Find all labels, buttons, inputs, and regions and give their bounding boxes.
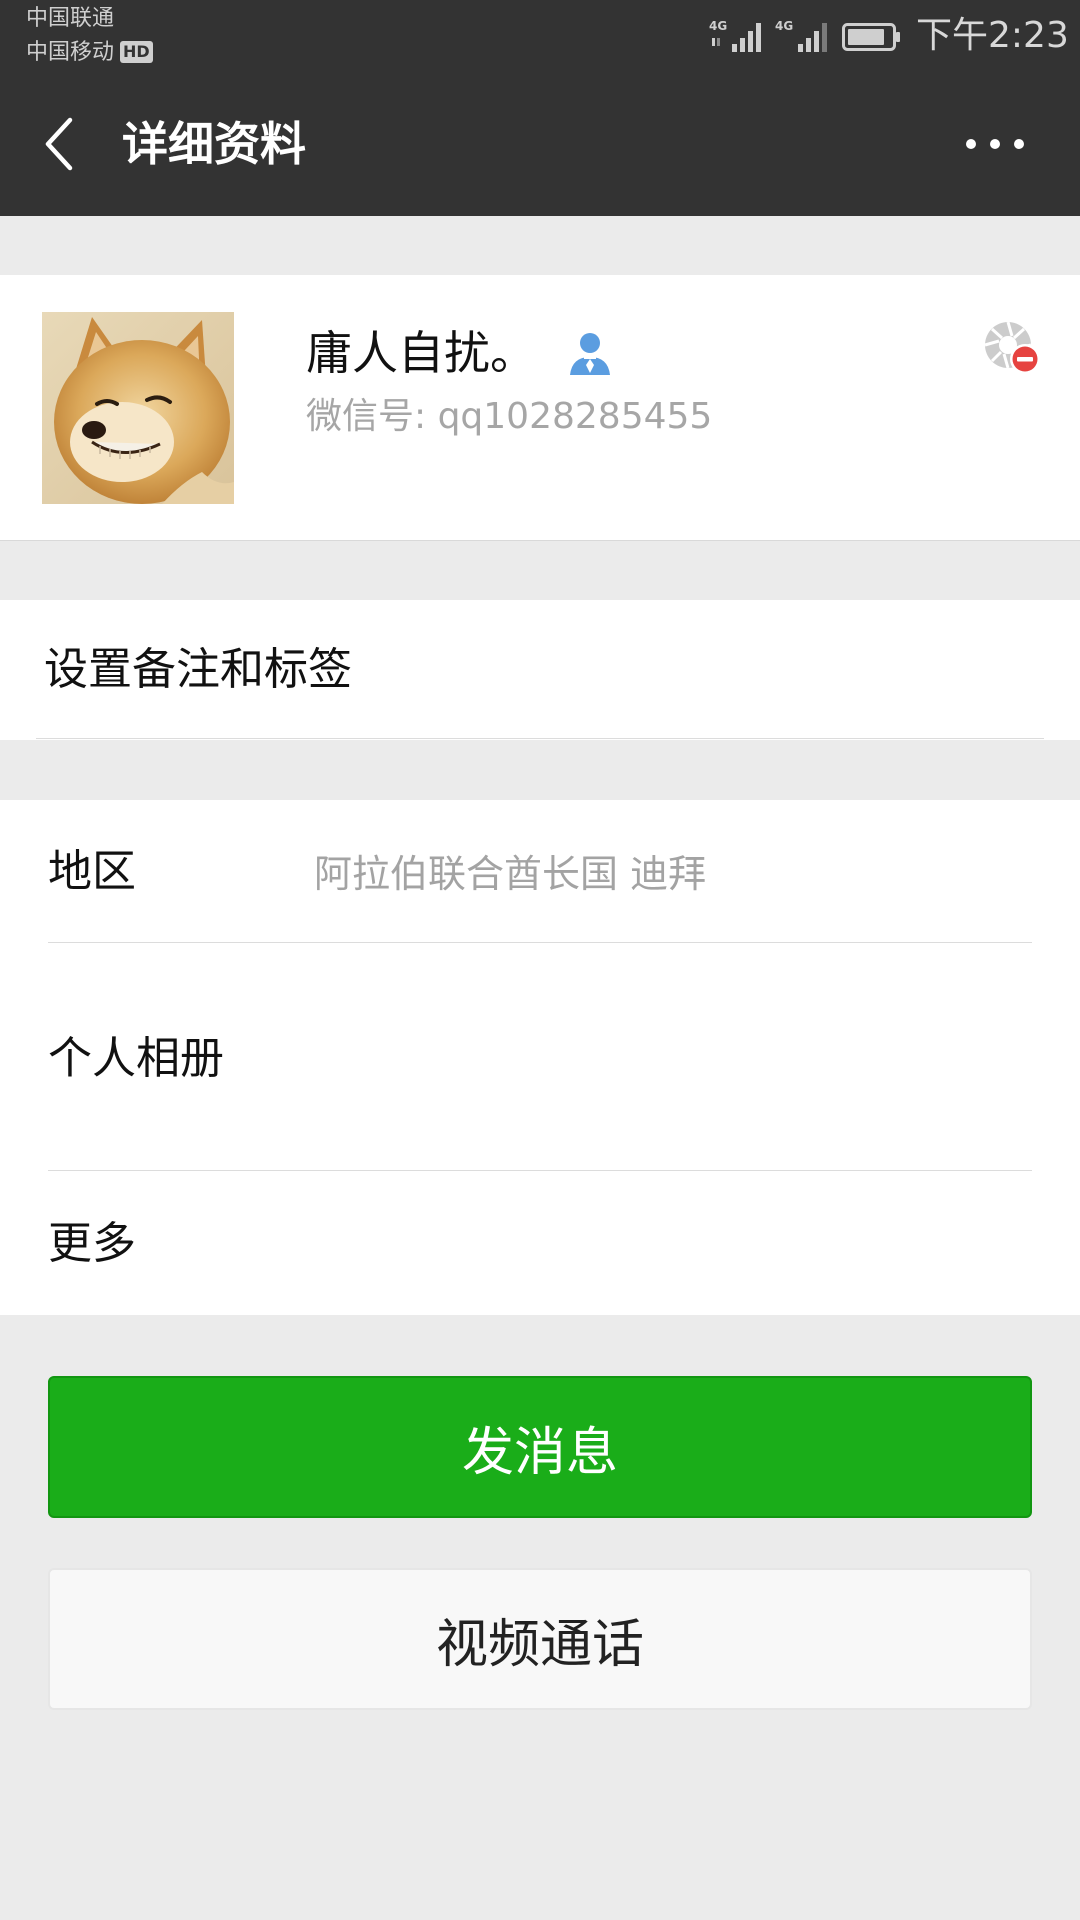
divider	[48, 1170, 1032, 1171]
title-bar: 详细资料	[0, 72, 1080, 216]
network-type-label: 4G	[775, 19, 793, 33]
signal-strength-icon: 4G	[709, 19, 761, 52]
region-label: 地区	[48, 846, 136, 897]
male-user-icon	[570, 333, 610, 375]
remark-and-tags-label: 设置备注和标签	[44, 644, 352, 695]
carrier-name-primary: 中国联通	[26, 6, 115, 31]
shiba-dog-avatar-image	[42, 312, 234, 504]
remark-and-tags-cell[interactable]: 设置备注和标签	[0, 600, 1080, 740]
avatar[interactable]	[42, 312, 234, 504]
divider	[36, 738, 1044, 739]
moments-blocked-icon[interactable]	[982, 319, 1044, 381]
region-value: 阿拉伯联合酋长国 迪拜	[314, 852, 707, 896]
network-type-label: 4G	[709, 19, 727, 33]
carrier-name-secondary-label: 中国移动	[26, 40, 115, 65]
more-cell[interactable]: 更多	[48, 1217, 136, 1271]
signal-strength-icon: 4G	[775, 19, 827, 52]
carrier-name-secondary: 中国移动 HD	[26, 40, 153, 66]
more-horizontal-icon[interactable]	[960, 124, 1030, 164]
nickname-row: 庸人自扰。	[306, 323, 614, 383]
info-group: 地区 阿拉伯联合酋长国 迪拜 个人相册 更多	[0, 800, 1080, 1315]
battery-icon	[842, 23, 900, 51]
status-bar: 中国联通 中国移动 HD 4G 4G 下午2:23	[0, 0, 1080, 72]
chevron-left-icon[interactable]	[40, 116, 80, 172]
page-title: 详细资料	[122, 117, 306, 171]
wechat-id: 微信号: qq1028285455	[306, 396, 713, 437]
clock-time: 下午2:23	[916, 15, 1069, 56]
nickname: 庸人自扰。	[306, 326, 536, 380]
personal-album-cell[interactable]: 个人相册	[48, 1032, 224, 1086]
hd-badge: HD	[120, 41, 153, 63]
profile-card: 庸人自扰。 微信号: qq1028285455	[0, 275, 1080, 541]
divider	[48, 942, 1032, 943]
send-message-button[interactable]: 发消息	[48, 1376, 1032, 1518]
video-call-button[interactable]: 视频通话	[48, 1568, 1032, 1710]
